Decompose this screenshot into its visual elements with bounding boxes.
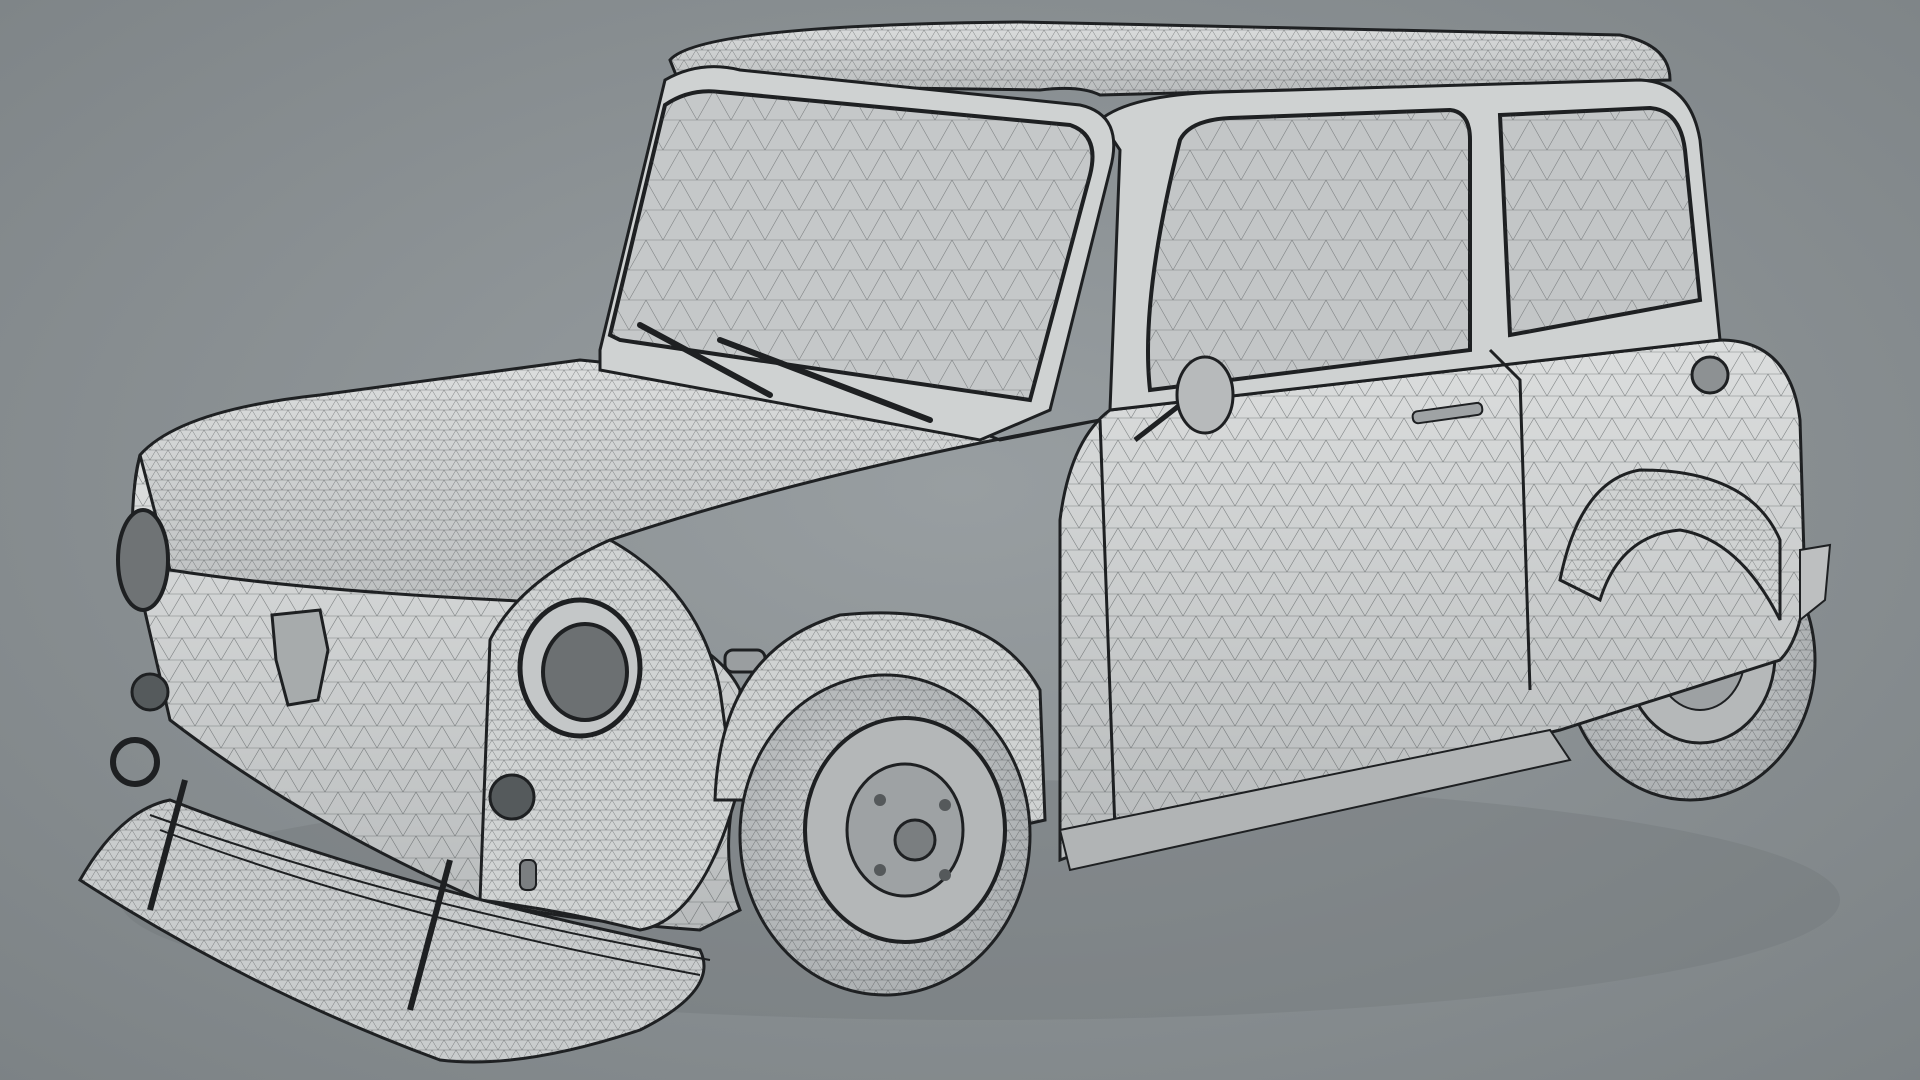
headlight-right: [517, 597, 643, 739]
headlight-left: [116, 508, 170, 612]
front-wheel: [738, 673, 1032, 997]
render-viewport: [0, 0, 1920, 1080]
fog-light-left: [130, 672, 170, 712]
fuel-cap: [1690, 355, 1730, 395]
fog-light-right: [488, 773, 536, 821]
front-indicator: [519, 859, 537, 891]
car-render-canvas: [0, 0, 1920, 1080]
